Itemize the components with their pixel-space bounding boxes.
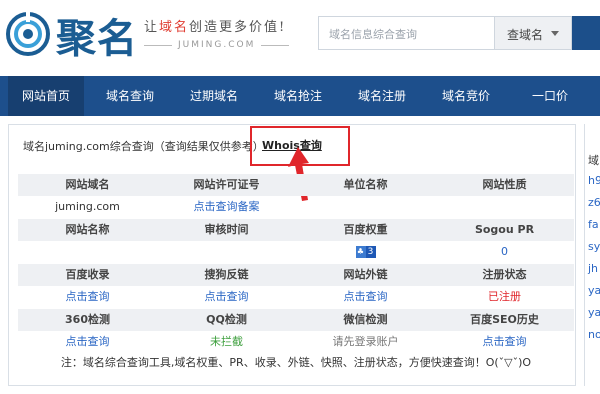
table-row: juming.com 点击查询备案 (18, 196, 574, 218)
table-row: ♣ 3 0 (18, 241, 574, 263)
table-header-row: 网站名称 审核时间 百度权重 Sogou PR (18, 219, 574, 241)
table-header-row: 网站域名 网站许可证号 单位名称 网站性质 (18, 174, 574, 196)
sidebar-item[interactable]: ya (588, 306, 600, 319)
sidebar-item[interactable]: h9 (588, 174, 600, 187)
site-nature-value (435, 196, 574, 218)
nav-item-domain-search[interactable]: 域名查询 (92, 76, 168, 116)
baidu-seo-history-link[interactable]: 点击查询 (435, 331, 574, 353)
search-type-value: 查域名 (507, 28, 544, 42)
header-register-status: 注册状态 (482, 268, 527, 281)
sogou-pr-value: 0 (501, 245, 508, 258)
qq-check-value: 未拦截 (210, 335, 243, 348)
baidu-weight-badge[interactable]: ♣ 3 (296, 241, 435, 263)
search-input[interactable]: 域名信息综合查询 (318, 16, 494, 50)
slogan-highlight: 域名 (159, 20, 190, 35)
nav-item-fixed-price[interactable]: 一口价 (512, 76, 588, 116)
main-nav: 网站首页 域名查询 过期域名 域名抢注 域名注册 域名竞价 一口价 (0, 76, 600, 116)
baidu-index-link[interactable]: 点击查询 (18, 286, 157, 308)
sidebar-item[interactable]: z6 (588, 196, 600, 209)
header-site-nature: 网站性质 (482, 178, 527, 191)
header-site-name: 网站名称 (65, 223, 110, 236)
check-360-link[interactable]: 点击查询 (18, 331, 157, 353)
nav-item-domain-register[interactable]: 域名注册 (344, 76, 420, 116)
juming-logo-icon[interactable] (6, 12, 50, 56)
header-baidu-weight: 百度权重 (343, 223, 388, 236)
sogou-backlinks-link[interactable]: 点击查询 (157, 286, 296, 308)
review-time-value (157, 241, 296, 263)
header-qq-check: QQ检测 (206, 313, 247, 326)
logo-text[interactable]: 聚名 (56, 6, 138, 64)
search-placeholder: 域名信息综合查询 (329, 28, 417, 41)
company-name-value (296, 196, 435, 218)
header-sogou-backlinks: 搜狗反链 (204, 268, 249, 281)
external-links-link[interactable]: 点击查询 (296, 286, 435, 308)
site-name-value (18, 241, 157, 263)
header-site-domain: 网站域名 (65, 178, 110, 191)
search-type-select[interactable]: 查域名 (494, 16, 572, 50)
slogan-suffix: 创造更多价值! (189, 20, 287, 35)
header-sogou-pr: Sogou PR (474, 223, 535, 236)
baidu-paw-icon: ♣ (355, 246, 366, 258)
sidebar-item: 域 (588, 154, 599, 167)
site-domain-value: juming.com (55, 200, 120, 213)
baidu-weight-value: 3 (365, 246, 376, 258)
sidebar-item[interactable]: jh (588, 262, 598, 275)
right-sidebar: 域 h9 z6 fa sy jh ya ya no (584, 124, 600, 386)
slogan: 让域名创造更多价值! (144, 16, 286, 35)
header-license-number: 网站许可证号 (193, 178, 260, 191)
baidu-rank-icon: ♣ 3 (355, 240, 376, 262)
header-360-check: 360检测 (65, 313, 110, 326)
table-row: 点击查询 点击查询 点击查询 已注册 (18, 286, 574, 308)
chevron-down-icon (551, 31, 559, 36)
header-baidu-seo-history: 百度SEO历史 (470, 313, 539, 326)
sidebar-item[interactable]: fa (588, 218, 599, 231)
slogan-prefix: 让 (144, 20, 160, 35)
header-review-time: 审核时间 (204, 223, 249, 236)
wechat-login-link[interactable]: 请先登录账户 (296, 331, 435, 353)
nav-item-expired-domains[interactable]: 过期域名 (176, 76, 252, 116)
header-external-links: 网站外链 (343, 268, 388, 281)
nav-item-domain-auction[interactable]: 域名竞价 (428, 76, 504, 116)
search-button[interactable] (572, 16, 600, 50)
panel-footnote: 注：域名综合查询工具,域名权重、PR、收录、外链、快照、注册状态，方便快速查询！… (60, 356, 532, 369)
nav-item-home[interactable]: 网站首页 (8, 76, 84, 116)
table-header-row: 百度收录 搜狗反链 网站外链 注册状态 (18, 264, 574, 286)
panel-title: 域名juming.com综合查询（查询结果仅供参考） (23, 140, 264, 153)
sidebar-item[interactable]: ya (588, 284, 600, 297)
sidebar-item[interactable]: sy (588, 240, 600, 253)
nav-item-domain-snapping[interactable]: 域名抢注 (260, 76, 336, 116)
table-header-row: 360检测 QQ检测 微信检测 百度SEO历史 (18, 309, 574, 331)
register-status-value: 已注册 (488, 290, 521, 303)
table-row: 点击查询 未拦截 请先登录账户 点击查询 (18, 331, 574, 353)
header-baidu-index: 百度收录 (65, 268, 110, 281)
sidebar-item[interactable]: no (588, 328, 600, 341)
header-company-name: 单位名称 (343, 178, 388, 191)
site-url-tagline: JUMING.COM (143, 40, 290, 50)
header-wechat-check: 微信检测 (343, 313, 388, 326)
check-icp-link[interactable]: 点击查询备案 (157, 196, 296, 218)
site-header: 聚名 让域名创造更多价值! JUMING.COM 域名信息综合查询 查域名 (0, 0, 600, 76)
